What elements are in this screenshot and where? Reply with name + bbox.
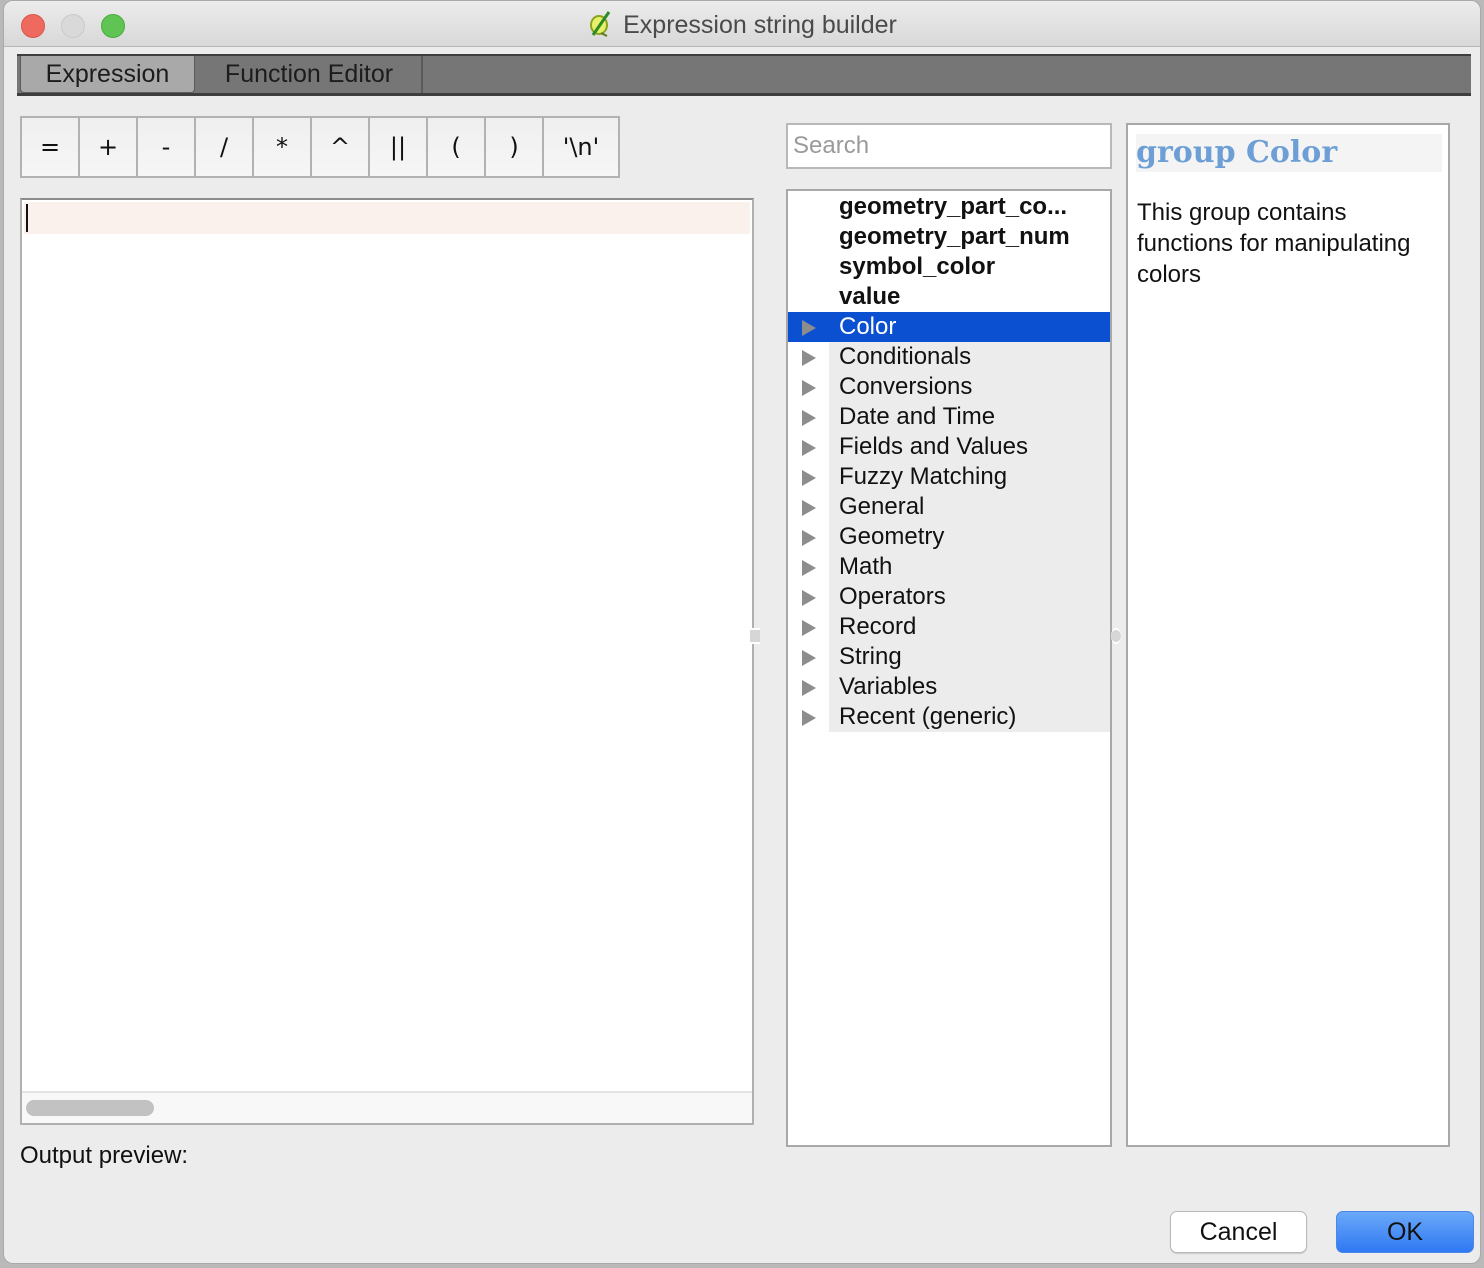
tree-group-item[interactable]: General — [788, 492, 1110, 522]
tree-group-item[interactable]: Fields and Values — [788, 432, 1110, 462]
tree-variable-item[interactable]: geometry_part_num — [788, 222, 1110, 252]
text-caret — [26, 204, 28, 232]
help-splitter-handle[interactable] — [1111, 628, 1121, 644]
window-title: Expression string builder — [623, 11, 897, 39]
expand-arrow-icon[interactable] — [802, 380, 816, 396]
operator-plus-button[interactable]: + — [80, 118, 138, 176]
operator-divide-button[interactable]: / — [196, 118, 254, 176]
tree-item-label: Geometry — [839, 523, 945, 550]
tree-variable-item[interactable]: value — [788, 282, 1110, 312]
search-input[interactable] — [786, 123, 1112, 169]
expand-arrow-icon[interactable] — [802, 410, 816, 426]
tree-item-label: value — [839, 283, 901, 310]
expand-arrow-icon[interactable] — [802, 710, 816, 726]
operator-power-button[interactable]: ^ — [312, 118, 370, 176]
tree-group-item[interactable]: Fuzzy Matching — [788, 462, 1110, 492]
expand-arrow-icon[interactable] — [802, 470, 816, 486]
editor-splitter-handle[interactable] — [750, 628, 760, 644]
expand-arrow-icon[interactable] — [802, 680, 816, 696]
tree-variable-item[interactable]: symbol_color — [788, 252, 1110, 282]
tree-item-label: Color — [839, 313, 897, 340]
operator-open-paren-button[interactable]: ( — [428, 118, 486, 176]
title-bar[interactable]: Expression string builder — [4, 1, 1480, 47]
tree-group-item[interactable]: Variables — [788, 672, 1110, 702]
ok-button[interactable]: OK — [1336, 1211, 1474, 1253]
expand-arrow-icon[interactable] — [802, 620, 816, 636]
expand-arrow-icon[interactable] — [802, 560, 816, 576]
tree-group-item[interactable]: Date and Time — [788, 402, 1110, 432]
tree-group-item[interactable]: Math — [788, 552, 1110, 582]
expand-arrow-icon[interactable] — [802, 350, 816, 366]
tree-group-item[interactable]: Color — [788, 312, 1110, 342]
tree-variable-item[interactable]: geometry_part_co... — [788, 192, 1110, 222]
tree-group-item[interactable]: String — [788, 642, 1110, 672]
expand-arrow-icon[interactable] — [802, 500, 816, 516]
expression-editor[interactable] — [20, 198, 754, 1125]
tree-group-item[interactable]: Conditionals — [788, 342, 1110, 372]
horizontal-scrollbar[interactable] — [22, 1091, 752, 1123]
operator-minus-button[interactable]: - — [138, 118, 196, 176]
tree-item-label: Conditionals — [839, 343, 972, 370]
expand-arrow-icon[interactable] — [802, 440, 816, 456]
tree-item-label: Conversions — [839, 373, 973, 400]
operator-toolbar: = + - / * ^ || ( ) '\n' — [20, 116, 620, 178]
operator-close-paren-button[interactable]: ) — [486, 118, 544, 176]
tree-item-label: Variables — [839, 673, 938, 700]
tree-item-label: Operators — [839, 583, 946, 610]
help-panel: group Color This group contains function… — [1126, 123, 1450, 1147]
expand-arrow-icon[interactable] — [802, 530, 816, 546]
cancel-button[interactable]: Cancel — [1170, 1211, 1307, 1253]
tree-item-label: Math — [839, 553, 893, 580]
operator-newline-button[interactable]: '\n' — [544, 118, 618, 176]
tree-item-label: Fields and Values — [839, 433, 1028, 460]
qgis-icon — [590, 11, 611, 37]
tree-item-label: Recent (generic) — [839, 703, 1017, 730]
tree-group-item[interactable]: Conversions — [788, 372, 1110, 402]
tree-item-label: String — [839, 643, 902, 670]
operator-multiply-button[interactable]: * — [254, 118, 312, 176]
tree-group-item[interactable]: Recent (generic) — [788, 702, 1110, 732]
expand-arrow-icon[interactable] — [802, 590, 816, 606]
tree-item-label: geometry_part_num — [839, 223, 1070, 250]
tree-item-label: Date and Time — [839, 403, 996, 430]
tab-function-editor[interactable]: Function Editor — [197, 56, 423, 93]
current-line-highlight — [24, 202, 750, 234]
tree-group-item[interactable]: Geometry — [788, 522, 1110, 552]
output-preview-label: Output preview: — [20, 1142, 189, 1169]
function-tree[interactable]: geometry_part_co... geometry_part_numsymb… — [786, 189, 1112, 1147]
expand-arrow-icon[interactable] — [802, 320, 816, 336]
tree-item-label: Fuzzy Matching — [839, 463, 1008, 490]
help-description: This group contains functions for manipu… — [1137, 199, 1411, 288]
operator-equals-button[interactable]: = — [22, 118, 80, 176]
expand-arrow-icon[interactable] — [802, 650, 816, 666]
tab-bar: Expression Function Editor — [17, 54, 1471, 96]
help-title: group Color — [1136, 134, 1442, 172]
tree-item-label: General — [839, 493, 925, 520]
horizontal-scrollbar-thumb[interactable] — [26, 1100, 154, 1116]
tree-item-label: geometry_part_co... — [839, 193, 1068, 220]
tree-item-label: Record — [839, 613, 917, 640]
tree-group-item[interactable]: Record — [788, 612, 1110, 642]
tree-group-item[interactable]: Operators — [788, 582, 1110, 612]
tab-expression[interactable]: Expression — [20, 56, 195, 93]
window-title-group: Expression string builder — [4, 9, 1480, 40]
tree-item-label: symbol_color — [839, 253, 996, 280]
operator-concat-button[interactable]: || — [370, 118, 428, 176]
expression-builder-dialog: Expression string builder Expression Fun… — [3, 0, 1481, 1264]
